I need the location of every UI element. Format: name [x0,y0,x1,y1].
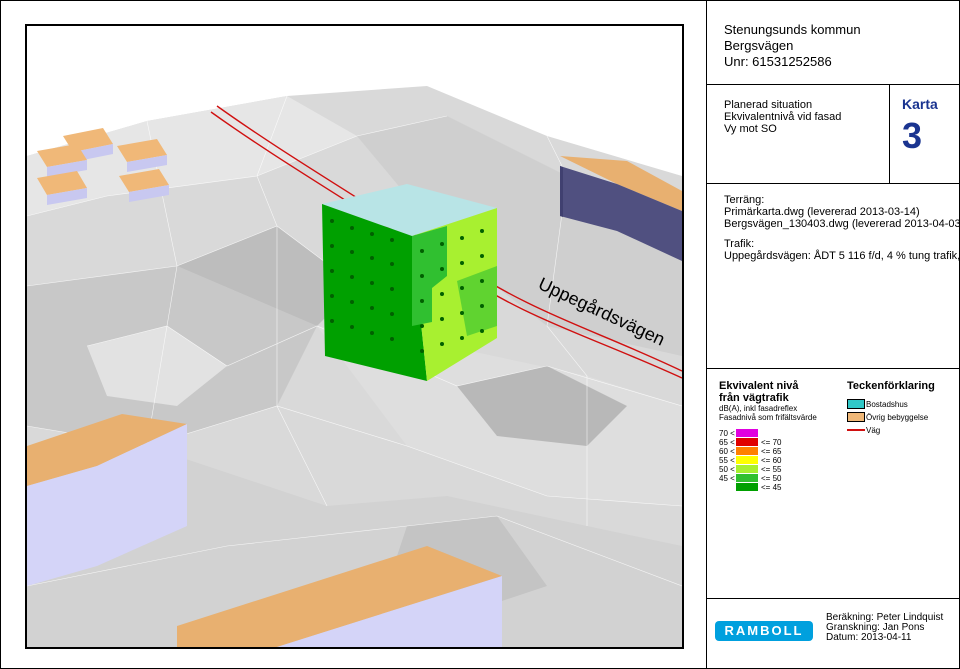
noise-legend-sub1: dB(A), inkl fasadreflex [719,404,798,413]
map-number: 3 [902,115,923,156]
noise-row-left: 55 < [719,456,735,465]
noise-row-left: 65 < [719,438,735,447]
org-name: Stenungsunds kommun [724,22,861,37]
credit-date: Datum: 2013-04-11 [826,632,912,643]
noise-swatch [736,429,758,437]
other-building-swatch [847,412,865,422]
situation-line3: Vy mot SO [724,123,777,135]
key-item-label: Bostadshus [866,400,908,409]
noise-swatch [736,447,758,455]
housing-swatch [847,399,865,409]
noise-legend-title1: Ekvivalent nivå [719,380,799,392]
noise-swatch [736,474,758,482]
situation-line2: Ekvivalentnivå vid fasad [724,111,842,123]
noise-swatch [736,456,758,464]
ramboll-logo: RAMBOLL [715,621,813,641]
noise-row-left: 70 < [719,429,735,438]
terrain-heading: Terräng: [724,194,765,206]
project-name: Bergsvägen [724,38,794,53]
project-number: Unr: 61531252586 [724,54,832,69]
noise-row-right: <= 55 [761,465,782,474]
situation-line1: Planerad situation [724,99,813,111]
noise-row-right: <= 70 [761,438,782,447]
noise-swatch [736,438,758,446]
noise-row-right: <= 60 [761,456,782,465]
main-building [322,184,497,381]
key-legend-title: Teckenförklaring [847,380,935,392]
noise-row-right: <= 65 [761,447,782,456]
noise-legend-title2: från vägtrafik [719,392,789,404]
noise-row-right: <= 45 [761,483,782,492]
terrain-file1: Primärkarta.dwg (levererad 2013-03-14) [724,206,920,218]
map-view: Uppegårdsvägen [25,24,684,649]
road-swatch [847,429,865,431]
key-item-label: Väg [866,426,881,435]
map-word: Karta [902,96,938,112]
terrain-render: Uppegårdsvägen [27,26,682,647]
noise-row-left: 60 < [719,447,735,456]
noise-legend-sub2: Fasadnivå som frifältsvärde [719,413,817,422]
terrain-file2: Bergsvägen_130403.dwg (levererad 2013-04… [724,218,960,230]
traffic-heading: Trafik: [724,238,755,250]
noise-row-right: <= 50 [761,474,782,483]
noise-swatch [736,483,758,491]
traffic-desc: Uppegårdsvägen: ÅDT 5 116 f/d, 4 % tung … [724,250,960,262]
noise-row-left: 45 < [719,474,735,483]
noise-row-left: 50 < [719,465,735,474]
key-item-label: Övrig bebyggelse [866,413,929,422]
noise-swatch [736,465,758,473]
